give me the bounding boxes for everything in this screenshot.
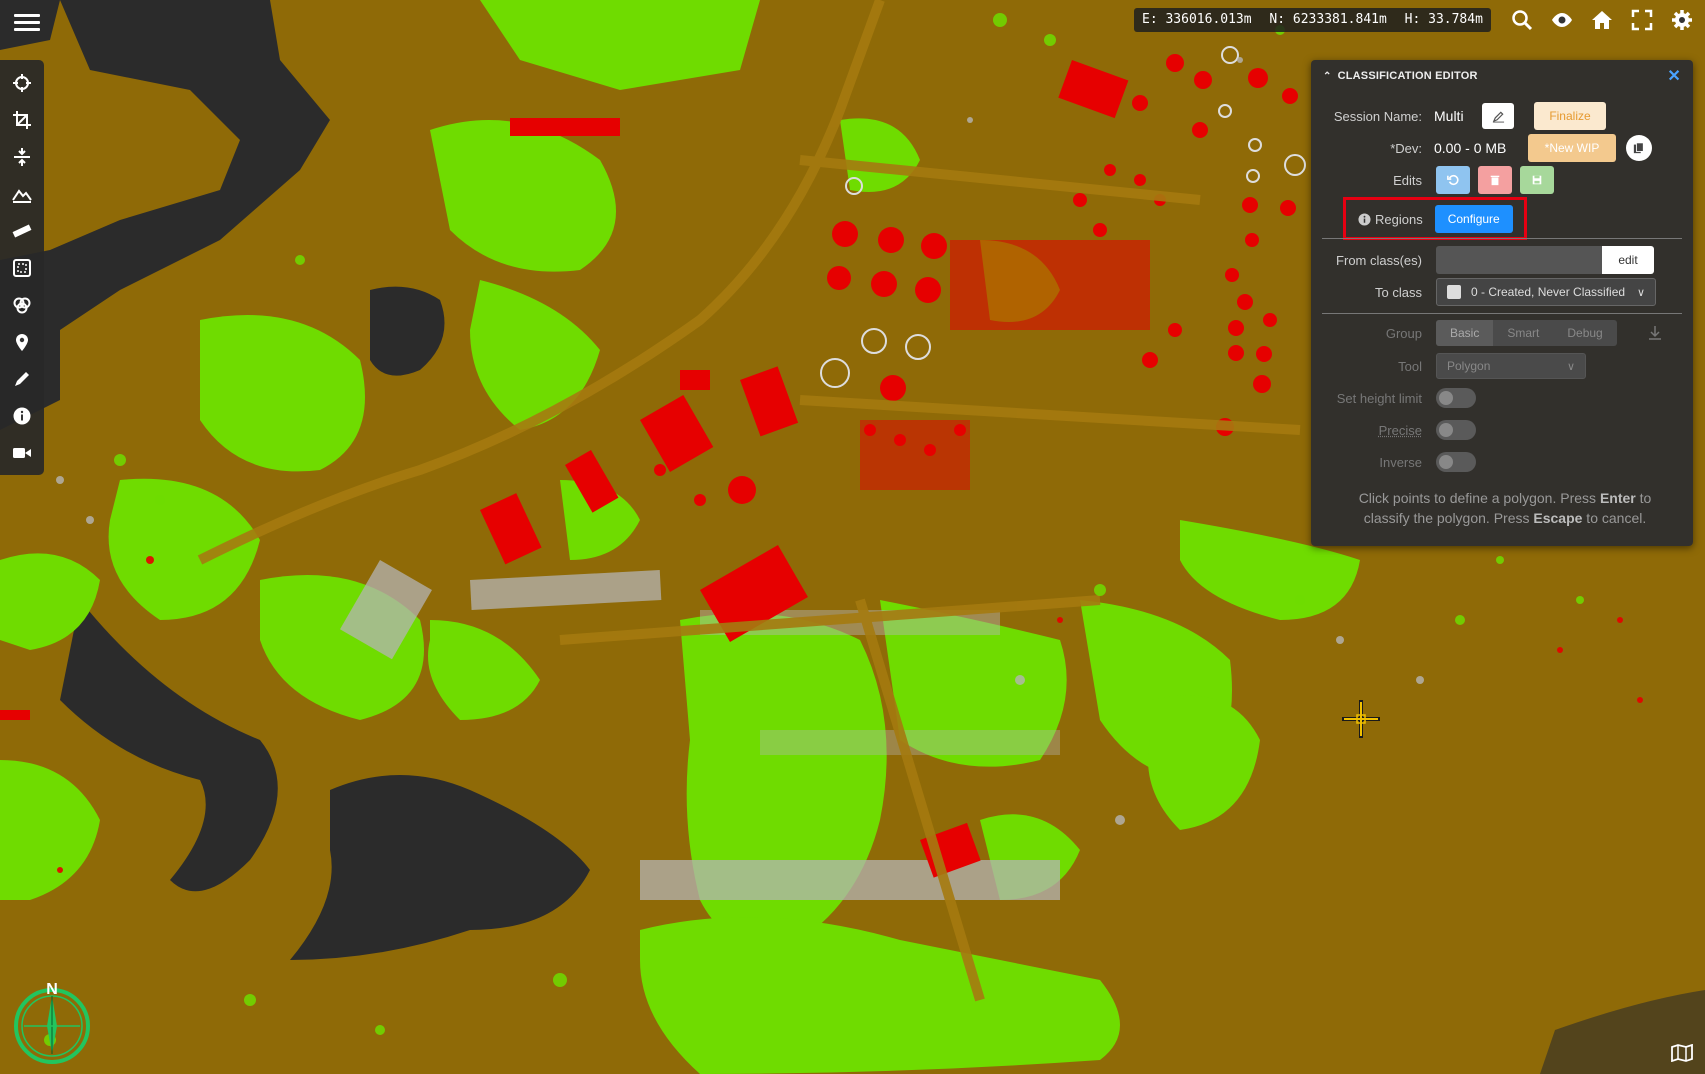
tool-value: Polygon [1447, 359, 1491, 373]
height-limit-toggle[interactable] [1436, 388, 1476, 408]
tool-label: Tool [1398, 358, 1422, 374]
group-label: Group [1385, 325, 1422, 341]
undo-icon [1447, 174, 1459, 186]
session-value: Multi [1434, 108, 1464, 124]
edit-from-class-button[interactable]: edit [1602, 246, 1654, 274]
terrain-icon[interactable] [0, 175, 44, 212]
home-icon[interactable] [1587, 6, 1617, 34]
instruction-text: Click points to define a polygon. Press … [1340, 488, 1670, 528]
info-icon[interactable] [1358, 212, 1371, 226]
to-class-value: 0 - Created, Never Classified [1471, 285, 1626, 299]
northing-value: N: 6233381.841m [1269, 12, 1387, 27]
download-icon[interactable] [1647, 325, 1663, 341]
save-edits-button[interactable] [1520, 166, 1554, 194]
session-label: Session Name: [1333, 108, 1422, 124]
top-right-toolbar [1507, 6, 1697, 34]
session-row: Session Name: Multi Finalize [1322, 102, 1606, 130]
trash-icon [1490, 175, 1500, 186]
panel-title: CLASSIFICATION EDITOR [1337, 70, 1478, 82]
section-divider [1322, 313, 1682, 314]
crosshair-cursor-icon [1342, 700, 1380, 738]
compass-icon[interactable]: N [10, 980, 94, 1064]
edits-label: Edits [1393, 172, 1422, 188]
split-vertical-icon[interactable] [0, 138, 44, 175]
delete-edits-button[interactable] [1478, 166, 1512, 194]
video-camera-icon[interactable] [0, 434, 44, 471]
height-limit-label: Set height limit [1336, 390, 1422, 406]
precise-label: Precise [1378, 422, 1422, 438]
layers-icon[interactable] [0, 286, 44, 323]
easting-value: E: 336016.013m [1142, 12, 1252, 27]
info-icon[interactable] [0, 397, 44, 434]
hint-key-escape: Escape [1533, 510, 1583, 526]
tool-select[interactable]: Polygon ∨ [1436, 353, 1586, 379]
regions-row: Regions Configure [1358, 205, 1513, 233]
ruler-icon[interactable] [0, 212, 44, 249]
hint-key-enter: Enter [1599, 490, 1636, 506]
height-limit-row: Set height limit [1322, 387, 1476, 409]
coordinate-readout: E: 336016.013m N: 6233381.841m H: 33.784… [1134, 8, 1491, 32]
height-value: H: 33.784m [1404, 12, 1483, 27]
inverse-row: Inverse [1322, 451, 1476, 473]
left-toolbar [0, 60, 44, 475]
chevron-down-icon: ∨ [1636, 286, 1645, 299]
pencil-icon [1492, 110, 1504, 123]
precise-toggle[interactable] [1436, 420, 1476, 440]
compass-north-label: N [46, 981, 58, 998]
class-color-swatch [1447, 285, 1461, 299]
chevron-down-icon: ∨ [1566, 360, 1575, 373]
tool-row: Tool Polygon ∨ [1322, 353, 1586, 379]
group-row: Group Basic Smart Debug [1322, 320, 1663, 346]
group-option-basic[interactable]: Basic [1436, 320, 1494, 346]
dev-label: *Dev: [1390, 140, 1422, 156]
map-icon[interactable] [1671, 1044, 1693, 1062]
group-option-debug[interactable]: Debug [1553, 320, 1616, 346]
gear-icon[interactable] [1667, 6, 1697, 34]
save-icon [1532, 175, 1542, 185]
crop-box-icon[interactable] [0, 249, 44, 286]
inverse-label: Inverse [1379, 454, 1422, 470]
from-class-label: From class(es) [1336, 252, 1422, 268]
inverse-toggle[interactable] [1436, 452, 1476, 472]
location-pin-icon[interactable] [0, 323, 44, 360]
edit-session-button[interactable] [1482, 103, 1514, 129]
from-class-input[interactable] [1436, 246, 1602, 274]
eye-icon[interactable] [1547, 6, 1577, 34]
chevron-up-icon[interactable]: ⌃ [1323, 71, 1332, 82]
copy-button[interactable] [1626, 135, 1652, 161]
precise-row: Precise [1322, 419, 1476, 441]
hint-text-3: to cancel. [1582, 510, 1647, 526]
new-wip-button[interactable]: *New WIP [1528, 134, 1616, 162]
copy-icon [1633, 142, 1644, 154]
target-icon[interactable] [0, 64, 44, 101]
edits-row: Edits [1322, 166, 1554, 194]
crop-icon[interactable] [0, 101, 44, 138]
finalize-button[interactable]: Finalize [1534, 102, 1606, 130]
undo-button[interactable] [1436, 166, 1470, 194]
hint-text-1: Click points to define a polygon. Press [1358, 490, 1600, 506]
fullscreen-icon[interactable] [1627, 6, 1657, 34]
from-class-row: From class(es) edit [1322, 246, 1654, 274]
dev-value: 0.00 - 0 MB [1434, 140, 1507, 156]
hamburger-menu-button[interactable] [14, 10, 40, 34]
search-icon[interactable] [1507, 6, 1537, 34]
group-option-smart[interactable]: Smart [1493, 320, 1553, 346]
group-segmented-control: Basic Smart Debug [1436, 320, 1617, 346]
regions-label: Regions [1375, 211, 1423, 227]
dev-row: *Dev: 0.00 - 0 MB *New WIP [1322, 134, 1652, 162]
to-class-label: To class [1375, 284, 1422, 300]
to-class-select[interactable]: 0 - Created, Never Classified ∨ [1436, 278, 1656, 306]
panel-header: ⌃ CLASSIFICATION EDITOR ✕ [1311, 60, 1693, 92]
configure-regions-button[interactable]: Configure [1434, 205, 1513, 233]
to-class-row: To class 0 - Created, Never Classified ∨ [1322, 278, 1656, 306]
section-divider [1322, 238, 1682, 239]
close-icon[interactable]: ✕ [1667, 66, 1681, 86]
pencil-icon[interactable] [0, 360, 44, 397]
